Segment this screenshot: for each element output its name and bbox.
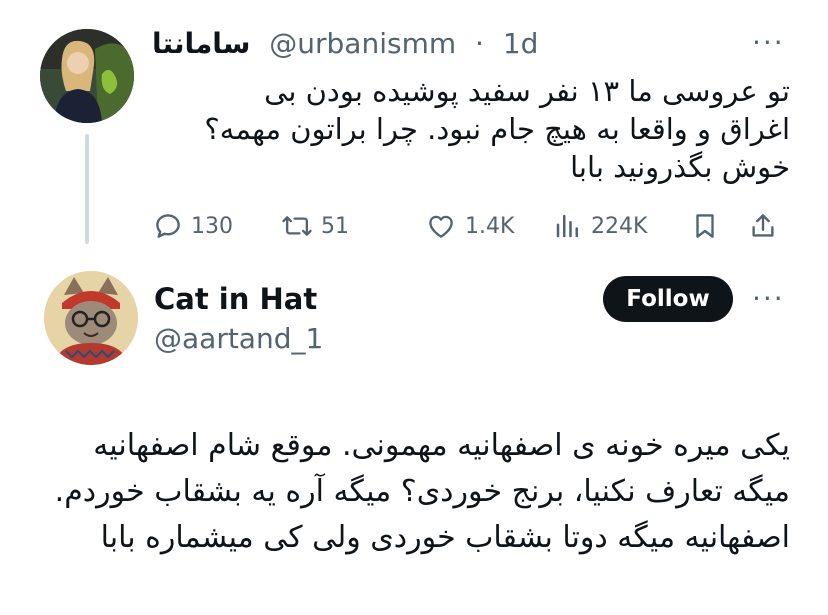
share-button[interactable] xyxy=(748,206,778,246)
tweet1-display-name[interactable]: سامانتا xyxy=(152,27,250,60)
reply-icon xyxy=(156,214,180,238)
tweet1-more-icon[interactable]: ··· xyxy=(752,26,785,59)
avatar-photo xyxy=(40,29,134,123)
tweet1-time[interactable]: 1d xyxy=(503,27,539,60)
follow-button[interactable]: Follow xyxy=(603,276,733,322)
bookmark-icon xyxy=(696,214,714,238)
like-button[interactable]: 1.4K xyxy=(425,206,514,246)
thread-connector-line xyxy=(85,134,89,244)
tweet1-separator: · xyxy=(475,27,484,60)
share-icon xyxy=(752,214,774,237)
tweet1-handle[interactable]: @urbanismm xyxy=(269,27,456,60)
tweet2-handle[interactable]: @aartand_1 xyxy=(154,322,323,355)
retweet-icon xyxy=(282,216,312,236)
tweet2-display-name[interactable]: Cat in Hat xyxy=(154,282,317,316)
retweet-button[interactable]: 51 xyxy=(281,206,349,246)
tweet1-text: تو عروسی ما ۱۳ نفر سفید پوشیده بودن بی ا… xyxy=(204,74,790,184)
reply-button[interactable]: 130 xyxy=(153,206,233,246)
cat-in-hat-avatar-illustration xyxy=(44,271,138,365)
tweet1-header: سامانتا @urbanismm · 1d xyxy=(152,27,538,60)
tweet1-avatar[interactable] xyxy=(40,29,134,123)
bookmark-button[interactable] xyxy=(690,206,720,246)
retweet-count: 51 xyxy=(321,213,349,239)
like-count: 1.4K xyxy=(465,213,515,239)
heart-icon xyxy=(429,215,453,238)
tweet1-actions: 130 51 1.4K 224K xyxy=(150,206,790,246)
views-button[interactable]: 224K xyxy=(553,206,647,246)
tweet2-avatar[interactable] xyxy=(44,271,138,365)
views-chart-icon xyxy=(556,214,578,238)
tweet2-text: یکی میره خونه ی اصفهانیه مهمونی. موقع شا… xyxy=(54,428,790,555)
reply-count: 130 xyxy=(191,213,233,239)
tweet2-more-icon[interactable]: ··· xyxy=(752,282,785,315)
views-count: 224K xyxy=(591,213,648,239)
